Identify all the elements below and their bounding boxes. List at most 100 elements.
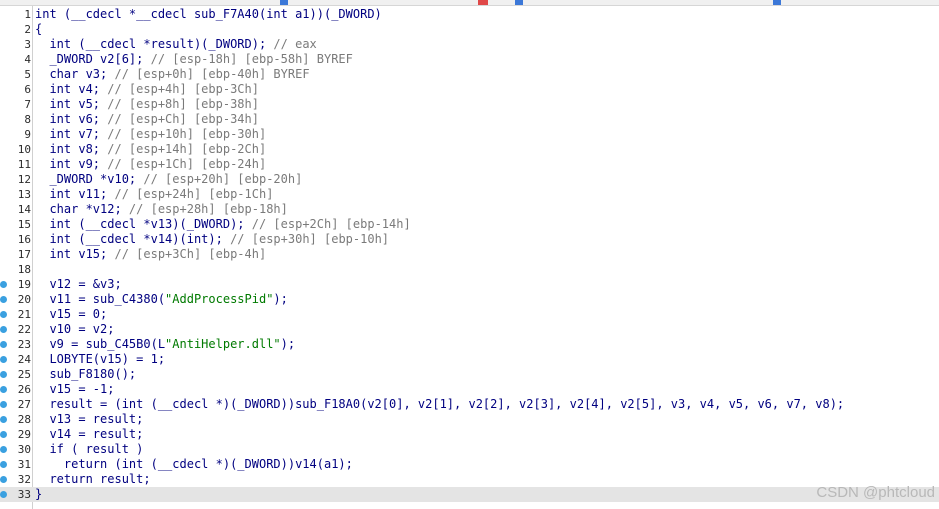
code-text[interactable]: _DWORD *v10; // [esp+20h] [ebp-20h] [35,172,302,187]
code-text[interactable]: v10 = v2; [35,322,114,337]
code-line[interactable]: 10 int v8; // [esp+14h] [ebp-2Ch] [0,142,939,157]
code-line[interactable]: 14 char *v12; // [esp+28h] [ebp-18h] [0,202,939,217]
code-line[interactable]: 17 int v15; // [esp+3Ch] [ebp-4h] [0,247,939,262]
code-text[interactable]: v11 = sub_C4380("AddProcessPid"); [35,292,287,307]
line-number[interactable]: 1 [0,7,31,22]
line-number[interactable]: 14 [0,202,31,217]
code-line[interactable]: 15 int (__cdecl *v13)(_DWORD); // [esp+2… [0,217,939,232]
code-line[interactable]: 3 int (__cdecl *result)(_DWORD); // eax [0,37,939,52]
code-text[interactable]: int (__cdecl *__cdecl sub_F7A40(int a1))… [35,7,382,22]
line-number[interactable]: 4 [0,52,31,67]
line-number[interactable]: 3 [0,37,31,52]
code-text[interactable]: _DWORD v2[6]; // [esp-18h] [ebp-58h] BYR… [35,52,352,67]
code-line[interactable]: 7 int v5; // [esp+8h] [ebp-38h] [0,97,939,112]
code-line[interactable]: 20 v11 = sub_C4380("AddProcessPid"); [0,292,939,307]
code-text[interactable]: int v7; // [esp+10h] [ebp-30h] [35,127,266,142]
code-line[interactable]: 6 int v4; // [esp+4h] [ebp-3Ch] [0,82,939,97]
breakpoint-dot-icon[interactable] [0,476,7,483]
code-line[interactable]: 1 int (__cdecl *__cdecl sub_F7A40(int a1)… [0,7,939,22]
code-text[interactable]: return result; [35,472,150,487]
code-line[interactable]: 25 sub_F8180(); [0,367,939,382]
code-text[interactable]: int (__cdecl *result)(_DWORD); // eax [35,37,316,52]
code-line[interactable]: 26 v15 = -1; [0,382,939,397]
code-text[interactable]: int v4; // [esp+4h] [ebp-3Ch] [35,82,259,97]
line-number[interactable]: 10 [0,142,31,157]
line-number[interactable]: 18 [0,262,31,277]
breakpoint-dot-icon[interactable] [0,461,7,468]
code-text[interactable]: v12 = &v3; [35,277,121,292]
code-line[interactable]: 29 v14 = result; [0,427,939,442]
line-number[interactable]: 9 [0,127,31,142]
breakpoint-dot-icon[interactable] [0,416,7,423]
line-number[interactable]: 15 [0,217,31,232]
code-text[interactable]: int v15; // [esp+3Ch] [ebp-4h] [35,247,266,262]
code-text[interactable]: if ( result ) [35,442,143,457]
code-text[interactable]: return (int (__cdecl *)(_DWORD))v14(a1); [35,457,353,472]
code-line[interactable]: 24 LOBYTE(v15) = 1; [0,352,939,367]
code-line[interactable]: 2{ [0,22,939,37]
code-line[interactable]: 9 int v7; // [esp+10h] [ebp-30h] [0,127,939,142]
code-text[interactable]: v15 = -1; [35,382,114,397]
code-line[interactable]: 12 _DWORD *v10; // [esp+20h] [ebp-20h] [0,172,939,187]
line-number[interactable]: 13 [0,187,31,202]
breakpoint-dot-icon[interactable] [0,356,7,363]
code-line[interactable]: 32 return result; [0,472,939,487]
tab-close-indicator[interactable] [478,0,488,5]
code-line[interactable]: 5 char v3; // [esp+0h] [ebp-40h] BYREF [0,67,939,82]
breakpoint-dot-icon[interactable] [0,281,7,288]
breakpoint-dot-icon[interactable] [0,341,7,348]
line-number[interactable]: 16 [0,232,31,247]
code-line[interactable]: 22 v10 = v2; [0,322,939,337]
code-text[interactable]: int v8; // [esp+14h] [ebp-2Ch] [35,142,266,157]
code-text[interactable]: { [35,22,42,37]
code-text[interactable]: char v3; // [esp+0h] [ebp-40h] BYREF [35,67,309,82]
code-line[interactable]: 30 if ( result ) [0,442,939,457]
code-text[interactable]: } [35,487,42,502]
code-line[interactable]: 16 int (__cdecl *v14)(int); // [esp+30h]… [0,232,939,247]
code-line[interactable]: 19 v12 = &v3; [0,277,939,292]
code-line[interactable]: 18 [0,262,939,277]
line-number[interactable]: 6 [0,82,31,97]
code-line[interactable]: 11 int v9; // [esp+1Ch] [ebp-24h] [0,157,939,172]
code-text[interactable]: int (__cdecl *v13)(_DWORD); // [esp+2Ch]… [35,217,410,232]
line-number[interactable]: 7 [0,97,31,112]
code-line[interactable]: 13 int v11; // [esp+24h] [ebp-1Ch] [0,187,939,202]
breakpoint-dot-icon[interactable] [0,386,7,393]
code-text[interactable]: int v11; // [esp+24h] [ebp-1Ch] [35,187,273,202]
line-number[interactable]: 12 [0,172,31,187]
code-text[interactable]: result = (int (__cdecl *)(_DWORD))sub_F1… [35,397,844,412]
line-number[interactable]: 17 [0,247,31,262]
pseudocode-view[interactable]: 1 int (__cdecl *__cdecl sub_F7A40(int a1)… [0,7,939,502]
code-text[interactable]: int v5; // [esp+8h] [ebp-38h] [35,97,259,112]
line-number[interactable]: 2 [0,22,31,37]
code-text[interactable]: v14 = result; [35,427,143,442]
code-text[interactable]: LOBYTE(v15) = 1; [35,352,165,367]
code-text[interactable]: v15 = 0; [35,307,107,322]
tab-indicator-3[interactable] [773,0,781,5]
code-text[interactable]: int v6; // [esp+Ch] [ebp-34h] [35,112,259,127]
breakpoint-dot-icon[interactable] [0,296,7,303]
tab-indicator-1[interactable] [280,0,288,5]
code-line[interactable]: 28 v13 = result; [0,412,939,427]
code-line[interactable]: 8 int v6; // [esp+Ch] [ebp-34h] [0,112,939,127]
breakpoint-dot-icon[interactable] [0,491,7,498]
line-number[interactable]: 5 [0,67,31,82]
breakpoint-dot-icon[interactable] [0,326,7,333]
code-line[interactable]: 31 return (int (__cdecl *)(_DWORD))v14(a… [0,457,939,472]
code-text[interactable]: char *v12; // [esp+28h] [ebp-18h] [35,202,287,217]
code-line[interactable]: 4 _DWORD v2[6]; // [esp-18h] [ebp-58h] B… [0,52,939,67]
breakpoint-dot-icon[interactable] [0,431,7,438]
code-line[interactable]: 23 v9 = sub_C45B0(L"AntiHelper.dll"); [0,337,939,352]
breakpoint-dot-icon[interactable] [0,446,7,453]
code-text[interactable]: v9 = sub_C45B0(L"AntiHelper.dll"); [35,337,295,352]
code-text[interactable]: sub_F8180(); [35,367,136,382]
tab-indicator-2[interactable] [515,0,523,5]
code-line[interactable]: 33} [0,487,939,502]
breakpoint-dot-icon[interactable] [0,311,7,318]
breakpoint-dot-icon[interactable] [0,401,7,408]
code-line[interactable]: 27 result = (int (__cdecl *)(_DWORD))sub… [0,397,939,412]
breakpoint-dot-icon[interactable] [0,371,7,378]
code-text[interactable]: v13 = result; [35,412,143,427]
line-number[interactable]: 8 [0,112,31,127]
line-number[interactable]: 11 [0,157,31,172]
